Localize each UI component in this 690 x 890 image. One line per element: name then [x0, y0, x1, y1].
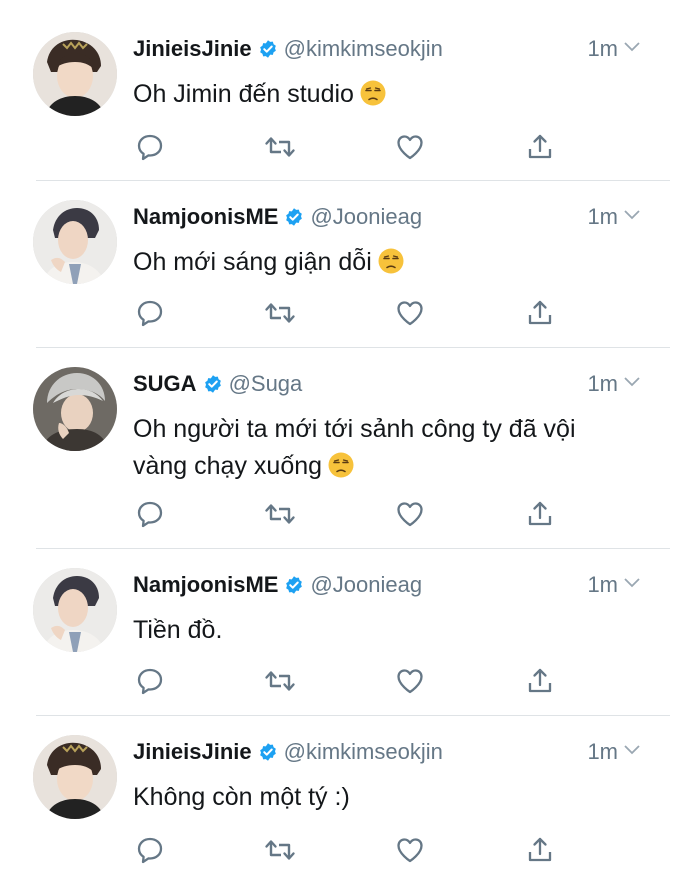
display-name[interactable]: JinieisJinie — [133, 739, 252, 764]
like-icon[interactable] — [395, 666, 425, 696]
avatar[interactable] — [33, 367, 117, 451]
tweet-actions — [133, 666, 573, 700]
tweet-header: JinieisJinie @kimkimseokjin — [133, 735, 443, 769]
handle[interactable]: @Suga — [229, 371, 303, 396]
chevron-down-icon[interactable] — [624, 745, 640, 755]
retweet-icon[interactable] — [263, 499, 297, 529]
unamused-face-emoji — [378, 248, 404, 274]
tweet-text: Tiền đồ. — [133, 612, 653, 649]
share-icon[interactable] — [525, 666, 555, 696]
handle[interactable]: @Joonieag — [310, 572, 422, 597]
handle[interactable]: @kimkimseokjin — [284, 36, 443, 61]
timestamp: 1m — [587, 572, 618, 597]
reply-icon[interactable] — [135, 298, 165, 328]
tweet-text: Không còn một tý :) — [133, 779, 653, 816]
tweet-time: 1m — [587, 735, 640, 769]
divider — [36, 180, 670, 181]
retweet-icon[interactable] — [263, 835, 297, 865]
verified-icon — [284, 575, 304, 595]
retweet-icon[interactable] — [263, 132, 297, 162]
tweet-actions — [133, 132, 573, 166]
tweet-text-content: Tiền đồ. — [133, 616, 223, 644]
tweet-time: 1m — [587, 32, 640, 66]
timestamp: 1m — [587, 204, 618, 229]
chevron-down-icon[interactable] — [624, 578, 640, 588]
avatar[interactable] — [33, 568, 117, 652]
chevron-down-icon[interactable] — [624, 42, 640, 52]
timestamp: 1m — [587, 739, 618, 764]
unamused-face-emoji — [360, 80, 386, 106]
share-icon[interactable] — [525, 835, 555, 865]
display-name[interactable]: NamjoonisME — [133, 204, 278, 229]
reply-icon[interactable] — [135, 132, 165, 162]
tweet-text-line: Oh người ta mới tới sảnh công ty đã vội — [133, 415, 576, 443]
handle[interactable]: @kimkimseokjin — [284, 739, 443, 764]
divider — [36, 548, 670, 549]
divider — [36, 715, 670, 716]
unamused-face-emoji — [328, 452, 354, 478]
share-icon[interactable] — [525, 298, 555, 328]
tweet-text-line: vàng chạy xuống — [133, 448, 653, 485]
retweet-icon[interactable] — [263, 298, 297, 328]
chevron-down-icon[interactable] — [624, 210, 640, 220]
share-icon[interactable] — [525, 499, 555, 529]
handle[interactable]: @Joonieag — [310, 204, 422, 229]
tweet-text-content: Không còn một tý :) — [133, 783, 350, 811]
tweet-text-content: vàng chạy xuống — [133, 452, 323, 480]
avatar[interactable] — [33, 735, 117, 819]
like-icon[interactable] — [395, 298, 425, 328]
tweet-actions — [133, 298, 573, 332]
tweet-header: NamjoonisME @Joonieag — [133, 568, 422, 602]
tweet-header: SUGA @Suga — [133, 367, 302, 401]
verified-icon — [258, 742, 278, 762]
like-icon[interactable] — [395, 132, 425, 162]
verified-icon — [203, 374, 223, 394]
reply-icon[interactable] — [135, 835, 165, 865]
chevron-down-icon[interactable] — [624, 377, 640, 387]
display-name[interactable]: NamjoonisME — [133, 572, 278, 597]
tweet-header: NamjoonisME @Joonieag — [133, 200, 422, 234]
reply-icon[interactable] — [135, 499, 165, 529]
tweet-text: Oh người ta mới tới sảnh công ty đã vội … — [133, 411, 653, 485]
divider — [36, 347, 670, 348]
share-icon[interactable] — [525, 132, 555, 162]
tweet-time: 1m — [587, 367, 640, 401]
tweet-time: 1m — [587, 568, 640, 602]
reply-icon[interactable] — [135, 666, 165, 696]
like-icon[interactable] — [395, 499, 425, 529]
tweet-header: JinieisJinie @kimkimseokjin — [133, 32, 443, 66]
display-name[interactable]: JinieisJinie — [133, 36, 252, 61]
tweet-text-content: Oh mới sáng giận dỗi — [133, 248, 372, 276]
avatar[interactable] — [33, 32, 117, 116]
tweet-text: Oh Jimin đến studio — [133, 76, 653, 113]
tweet-time: 1m — [587, 200, 640, 234]
retweet-icon[interactable] — [263, 666, 297, 696]
timestamp: 1m — [587, 36, 618, 61]
avatar[interactable] — [33, 200, 117, 284]
tweet-text: Oh mới sáng giận dỗi — [133, 244, 653, 281]
like-icon[interactable] — [395, 835, 425, 865]
tweet-actions — [133, 835, 573, 869]
display-name[interactable]: SUGA — [133, 371, 197, 396]
verified-icon — [258, 39, 278, 59]
timestamp: 1m — [587, 371, 618, 396]
tweet-text-content: Oh Jimin đến studio — [133, 80, 354, 108]
verified-icon — [284, 207, 304, 227]
tweet-actions — [133, 499, 573, 533]
